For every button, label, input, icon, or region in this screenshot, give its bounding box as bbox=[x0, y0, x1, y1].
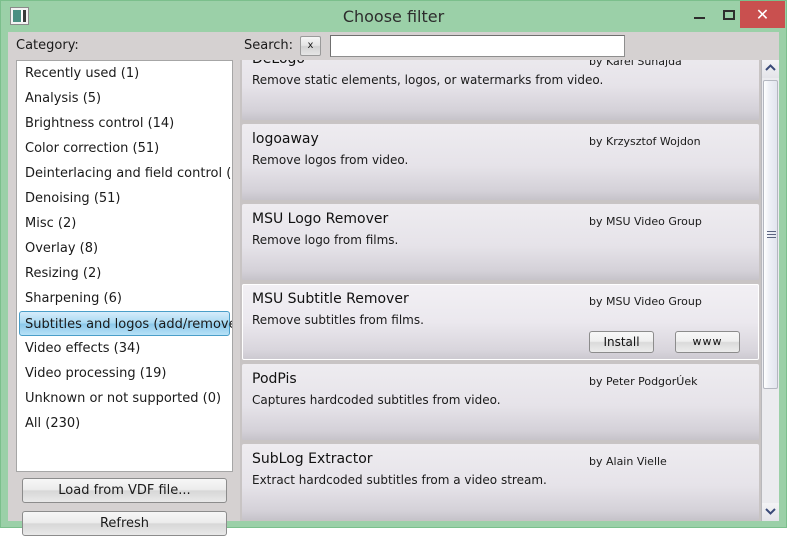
filter-description: Remove static elements, logos, or waterm… bbox=[252, 73, 604, 87]
sidebar-item[interactable]: Brightness control (14) bbox=[19, 111, 230, 136]
refresh-button[interactable]: Refresh bbox=[22, 511, 227, 536]
filter-list-item[interactable]: MSU Subtitle Remover by MSU Video Group Re… bbox=[242, 284, 759, 360]
sidebar-item-label: Denoising (51) bbox=[25, 191, 121, 206]
close-icon: ✕ bbox=[755, 5, 770, 24]
sidebar-item[interactable]: All (230) bbox=[19, 411, 230, 436]
load-from-vdf-button[interactable]: Load from VDF file... bbox=[22, 478, 227, 503]
filter-list-item[interactable]: MSU Logo Remover by MSU Video Group Remove… bbox=[242, 204, 759, 280]
filter-author: by MSU Video Group bbox=[589, 215, 702, 228]
title-bar: Choose filter ✕ bbox=[1, 1, 786, 32]
filter-name: SubLog Extractor bbox=[252, 451, 373, 467]
sidebar-item[interactable]: Overlay (8) bbox=[19, 236, 230, 261]
scroll-down-icon[interactable] bbox=[762, 503, 779, 521]
website-button[interactable]: www bbox=[675, 331, 740, 353]
dialog-body: Category: Search: x Recently used (1) Ana… bbox=[8, 32, 779, 536]
filter-list-item[interactable]: logoaway by Krzysztof Wojdon Remove logos … bbox=[242, 124, 759, 200]
sidebar-item-label: Analysis (5) bbox=[25, 91, 102, 106]
filter-author: by Alain Vielle bbox=[589, 455, 667, 468]
sidebar-item[interactable]: Resizing (2) bbox=[19, 261, 230, 286]
scroll-up-icon[interactable] bbox=[762, 60, 779, 78]
sidebar-item[interactable]: Misc (2) bbox=[19, 211, 230, 236]
window-title: Choose filter bbox=[342, 7, 445, 26]
sidebar-item[interactable]: Subtitles and logos (add/remove) (8) bbox=[19, 311, 233, 336]
filter-list[interactable]: DeLogo by Karel Suhajda Remove static elem… bbox=[240, 60, 761, 521]
category-label: Category: bbox=[16, 38, 79, 53]
sidebar-item-label: Video processing (19) bbox=[25, 366, 167, 381]
sidebar-item[interactable]: Denoising (51) bbox=[19, 186, 230, 211]
filter-list-item[interactable]: DeLogo by Karel Suhajda Remove static elem… bbox=[242, 60, 759, 120]
search-input[interactable] bbox=[330, 35, 625, 57]
filter-name: PodPis bbox=[252, 371, 297, 387]
close-button[interactable]: ✕ bbox=[740, 1, 785, 28]
filter-author: by Peter PodgorÚek bbox=[589, 375, 698, 388]
filter-description: Remove logos from video. bbox=[252, 153, 409, 167]
scrollbar-grip-icon bbox=[766, 230, 776, 240]
filter-author: by Krzysztof Wojdon bbox=[589, 135, 701, 148]
filter-list-item[interactable]: PodPis by Peter PodgorÚek Captures hardcod… bbox=[242, 364, 759, 440]
install-button[interactable]: Install bbox=[589, 331, 654, 353]
scrollbar-track[interactable] bbox=[762, 78, 779, 503]
filter-list-scrollbar[interactable] bbox=[761, 60, 779, 521]
choose-filter-window: Choose filter ✕ Category: Search: x Rece… bbox=[0, 0, 787, 536]
sidebar-item-label: Resizing (2) bbox=[25, 266, 102, 281]
filter-author: by MSU Video Group bbox=[589, 295, 702, 308]
filter-description: Captures hardcoded subtitles from video. bbox=[252, 393, 501, 407]
minimize-icon bbox=[694, 17, 705, 19]
toolbar-row: Category: Search: x bbox=[8, 32, 779, 60]
sidebar-item-label: Overlay (8) bbox=[25, 241, 99, 256]
sidebar-item[interactable]: Deinterlacing and field control (30) bbox=[19, 161, 233, 186]
sidebar-item[interactable]: Sharpening (6) bbox=[19, 286, 230, 311]
sidebar-item-label: Misc (2) bbox=[25, 216, 77, 231]
scrollbar-thumb[interactable] bbox=[763, 80, 778, 389]
sidebar-item-label: Recently used (1) bbox=[25, 66, 140, 81]
sidebar-item[interactable]: Recently used (1) bbox=[19, 61, 230, 86]
sidebar-item-label: Subtitles and logos (add/remove) (8) bbox=[25, 317, 233, 332]
minimize-button[interactable] bbox=[684, 1, 714, 28]
filter-name: logoaway bbox=[252, 131, 319, 147]
filter-description: Extract hardcoded subtitles from a video… bbox=[252, 473, 547, 487]
sidebar-item-label: Video effects (34) bbox=[25, 341, 141, 356]
filter-description: Remove logo from films. bbox=[252, 233, 399, 247]
sidebar-item[interactable]: Video effects (34) bbox=[19, 336, 230, 361]
clear-search-button[interactable]: x bbox=[300, 36, 321, 56]
sidebar-item[interactable]: Color correction (51) bbox=[19, 136, 230, 161]
category-panel: Recently used (1) Analysis (5) Brightness … bbox=[8, 60, 240, 536]
category-list[interactable]: Recently used (1) Analysis (5) Brightness … bbox=[16, 60, 233, 472]
filter-list-item[interactable]: SubLog Extractor by Alain Vielle Extract h… bbox=[242, 444, 759, 520]
sidebar-item-label: Brightness control (14) bbox=[25, 116, 175, 131]
filter-description: Remove subtitles from films. bbox=[252, 313, 424, 327]
sidebar-item-label: Sharpening (6) bbox=[25, 291, 122, 306]
sidebar-item-label: All (230) bbox=[25, 416, 81, 431]
sidebar-item-label: Deinterlacing and field control (30) bbox=[25, 166, 233, 181]
search-label: Search: bbox=[244, 38, 294, 53]
filter-name: DeLogo bbox=[252, 60, 305, 67]
sidebar-item[interactable]: Video processing (19) bbox=[19, 361, 230, 386]
filter-list-panel: DeLogo by Karel Suhajda Remove static elem… bbox=[240, 60, 779, 521]
filter-name: MSU Logo Remover bbox=[252, 211, 389, 227]
sidebar-item[interactable]: Analysis (5) bbox=[19, 86, 230, 111]
sidebar-item-label: Color correction (51) bbox=[25, 141, 160, 156]
filter-author: by Karel Suhajda bbox=[589, 60, 682, 68]
sidebar-item[interactable]: Unknown or not supported (0) bbox=[19, 386, 230, 411]
sidebar-item-label: Unknown or not supported (0) bbox=[25, 391, 222, 406]
maximize-icon bbox=[723, 10, 735, 20]
filter-name: MSU Subtitle Remover bbox=[252, 291, 409, 307]
